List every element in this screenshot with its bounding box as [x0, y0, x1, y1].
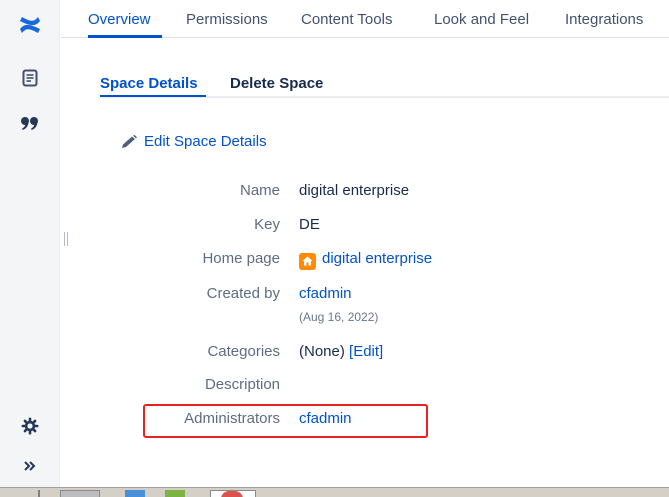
home-page-label: Home page	[202, 250, 280, 267]
taskbar-button[interactable]	[125, 490, 145, 497]
tab-integrations[interactable]: Integrations	[565, 11, 643, 28]
settings-icon[interactable]	[0, 414, 60, 438]
created-by-label: Created by	[206, 285, 280, 302]
taskbar-button[interactable]	[60, 490, 100, 497]
sub-navigation: Space Details Delete Space	[100, 74, 669, 98]
created-by-link[interactable]: cfadmin	[299, 285, 352, 302]
categories-label: Categories	[207, 343, 280, 360]
home-page-link[interactable]: digital enterprise	[322, 250, 432, 267]
home-icon	[299, 252, 316, 270]
tab-delete-space[interactable]: Delete Space	[230, 75, 323, 92]
created-by-value[interactable]: cfadmin	[299, 285, 352, 302]
confluence-logo-icon[interactable]	[0, 10, 60, 40]
created-date: (Aug 16, 2022)	[299, 310, 379, 324]
key-label: Key	[254, 216, 280, 233]
taskbar-button[interactable]	[210, 490, 256, 497]
taskbar-divider	[38, 490, 40, 497]
edit-space-details-label: Edit Space Details	[144, 133, 267, 150]
tab-space-details[interactable]: Space Details	[100, 75, 198, 92]
resize-handle[interactable]	[64, 232, 70, 246]
sidebar	[0, 0, 60, 487]
name-label: Name	[239, 182, 280, 199]
tab-permissions[interactable]: Permissions	[186, 11, 268, 28]
name-value: digital enterprise	[299, 182, 410, 199]
taskbar	[0, 487, 669, 497]
categories-value: (None) [Edit]	[299, 343, 383, 360]
expand-icon[interactable]	[0, 454, 60, 478]
home-page-value[interactable]: digital enterprise	[299, 250, 432, 270]
tab-look-and-feel[interactable]: Look and Feel	[434, 11, 529, 28]
description-label: Description	[204, 376, 280, 393]
taskbar-app-icon	[221, 491, 243, 497]
top-navigation: Overview Permissions Content Tools Look …	[61, 0, 669, 38]
categories-edit-link[interactable]: [Edit]	[349, 343, 383, 360]
tab-content-tools[interactable]: Content Tools	[301, 11, 392, 28]
taskbar-button[interactable]	[165, 490, 185, 497]
active-subtab-indicator	[100, 95, 206, 97]
edit-space-details-link[interactable]: Edit Space Details	[121, 133, 267, 150]
key-value: DE	[299, 216, 320, 233]
tab-overview[interactable]: Overview	[88, 11, 151, 28]
active-tab-indicator	[88, 35, 162, 38]
pages-icon[interactable]	[0, 66, 60, 90]
pencil-icon	[122, 134, 137, 148]
highlight-box	[143, 404, 428, 438]
quote-icon[interactable]	[0, 112, 60, 136]
categories-none: (None)	[299, 343, 345, 360]
